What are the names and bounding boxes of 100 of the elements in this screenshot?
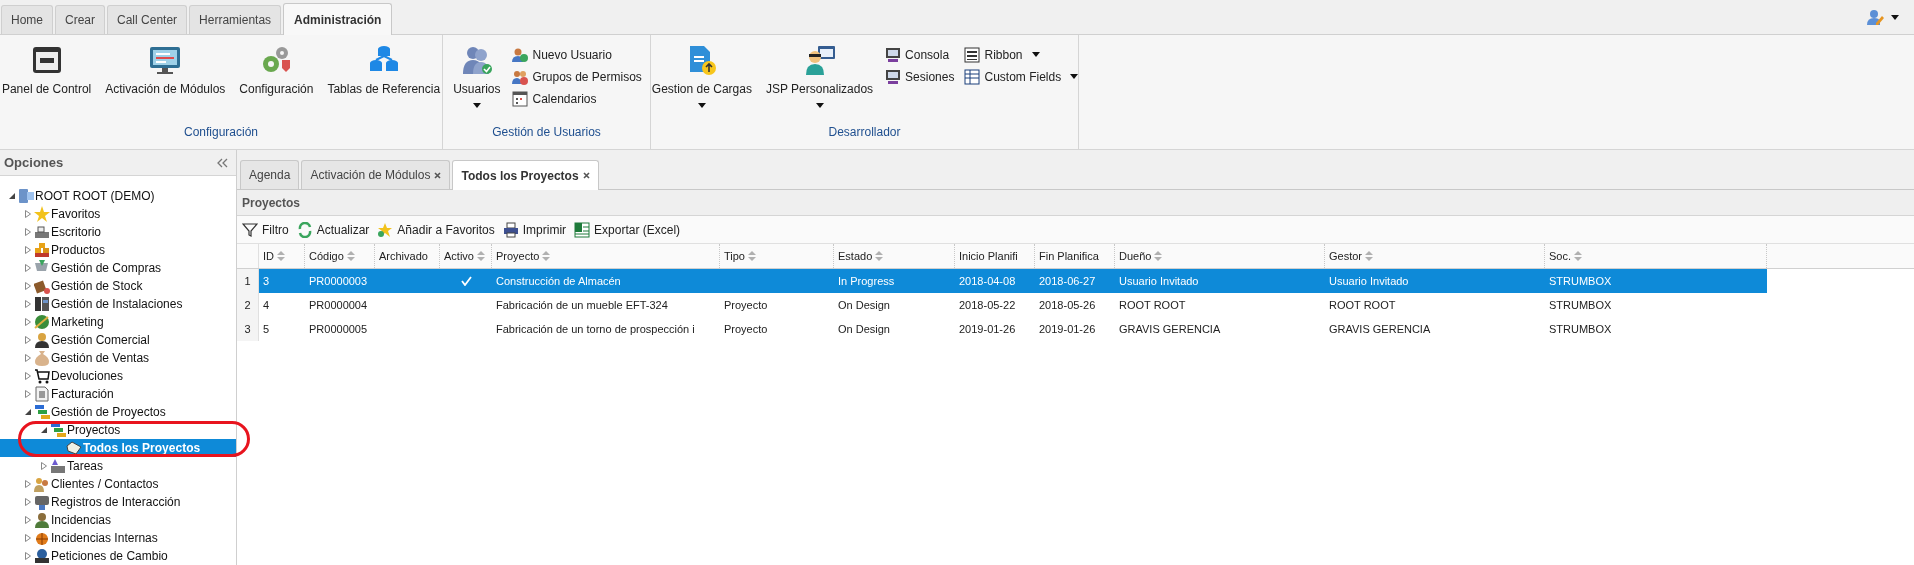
column-header[interactable]: Tipo bbox=[720, 244, 834, 268]
sort-icon[interactable] bbox=[1365, 251, 1373, 261]
ribbon-tab[interactable]: Administración bbox=[283, 3, 393, 35]
hierarchy-icon bbox=[34, 404, 50, 420]
collapsed-arrow-icon[interactable] bbox=[24, 300, 32, 308]
collapsed-arrow-icon[interactable] bbox=[24, 228, 32, 236]
collapsed-arrow-icon[interactable] bbox=[24, 480, 32, 488]
collapsed-arrow-icon[interactable] bbox=[24, 246, 32, 254]
ribbon-button[interactable]: Activación de Módulos bbox=[101, 44, 230, 98]
tree-item[interactable]: Devoluciones bbox=[0, 367, 236, 385]
content-tab[interactable]: Activación de Módulos bbox=[301, 160, 451, 189]
collapsed-arrow-icon[interactable] bbox=[24, 372, 32, 380]
column-header[interactable]: Gestor bbox=[1325, 244, 1545, 268]
expanded-arrow-icon[interactable] bbox=[8, 192, 16, 200]
column-header[interactable]: Dueño bbox=[1115, 244, 1325, 268]
tree-item[interactable]: Gestión de Ventas bbox=[0, 349, 236, 367]
tree-item[interactable]: Gestión de Instalaciones bbox=[0, 295, 236, 313]
tree-item[interactable]: Gestión Comercial bbox=[0, 331, 236, 349]
ribbon-button[interactable]: Consola bbox=[883, 44, 957, 65]
column-header[interactable]: Soc. bbox=[1545, 244, 1767, 268]
collapsed-arrow-icon[interactable] bbox=[24, 534, 32, 542]
ribbon-button[interactable]: Grupos de Permisos bbox=[510, 66, 644, 87]
tree-item[interactable]: Productos bbox=[0, 241, 236, 259]
collapsed-arrow-icon[interactable] bbox=[40, 462, 48, 470]
collapsed-arrow-icon[interactable] bbox=[24, 318, 32, 326]
ribbon-button[interactable]: JSP Personalizados bbox=[761, 44, 878, 109]
toolbar-button[interactable]: Filtro bbox=[242, 220, 289, 239]
sort-icon[interactable] bbox=[1574, 251, 1582, 261]
user-edit-icon[interactable] bbox=[1866, 9, 1884, 25]
column-header[interactable]: Archivado bbox=[375, 244, 440, 268]
close-icon[interactable] bbox=[434, 171, 442, 179]
tree-item[interactable]: Clientes / Contactos bbox=[0, 475, 236, 493]
ribbon-button[interactable]: Usuarios bbox=[449, 44, 505, 109]
collapsed-arrow-icon[interactable] bbox=[24, 210, 32, 218]
tree-item[interactable]: Proyectos bbox=[0, 421, 236, 439]
ribbon-button[interactable]: Calendarios bbox=[510, 88, 644, 109]
ribbon-button[interactable]: Nuevo Usuario bbox=[510, 44, 644, 65]
sort-icon[interactable] bbox=[476, 251, 485, 261]
column-header[interactable]: Proyecto bbox=[492, 244, 720, 268]
tree-item[interactable]: Registros de Interacción bbox=[0, 493, 236, 511]
collapsed-arrow-icon[interactable] bbox=[24, 498, 32, 506]
column-header[interactable]: ID bbox=[259, 244, 305, 268]
content-tab[interactable]: Agenda bbox=[240, 160, 300, 189]
sort-icon[interactable] bbox=[277, 251, 285, 261]
tree-item[interactable]: Gestión de Compras bbox=[0, 259, 236, 277]
ribbon-button[interactable]: Ribbon bbox=[962, 44, 1082, 65]
table-row[interactable]: 5 PR0000005 Fabricación de un torno de prospección i Proyecto On Design 2019-01-26 2019-01-26 GRAVIS GERENCIA GRAVIS GERENCIA STRUMBOX bbox=[259, 317, 1767, 341]
sort-icon[interactable] bbox=[748, 251, 756, 261]
ribbon-button[interactable]: Configuración bbox=[235, 44, 318, 98]
collapsed-arrow-icon[interactable] bbox=[24, 264, 32, 272]
caret-icon[interactable] bbox=[1890, 13, 1900, 21]
table-row[interactable]: 4 PR0000004 Fabricación de un mueble EFT-324 Proyecto On Design 2018-05-22 2018-05-26 ROOT ROOT ROOT ROOT STRUMBOX bbox=[259, 293, 1767, 317]
sort-icon[interactable] bbox=[875, 251, 884, 261]
ribbon-button[interactable]: Custom Fields bbox=[962, 66, 1082, 87]
tree-item[interactable]: Escritorio bbox=[0, 223, 236, 241]
table-cell: 4 bbox=[263, 298, 270, 311]
tree-item[interactable]: Incidencias Internas bbox=[0, 529, 236, 547]
column-header[interactable]: Fin Planifica bbox=[1035, 244, 1115, 268]
tree-item[interactable]: Facturación bbox=[0, 385, 236, 403]
tree-item[interactable]: Gestión de Stock bbox=[0, 277, 236, 295]
tree-item[interactable]: Marketing bbox=[0, 313, 236, 331]
table-cell: STRUMBOX bbox=[1549, 322, 1612, 335]
close-icon[interactable] bbox=[582, 172, 590, 179]
expanded-arrow-icon[interactable] bbox=[40, 426, 48, 434]
expanded-arrow-icon[interactable] bbox=[24, 408, 32, 416]
monitor-icon bbox=[149, 44, 182, 76]
collapsed-arrow-icon[interactable] bbox=[24, 552, 32, 560]
column-header[interactable]: Código bbox=[305, 244, 375, 268]
column-header[interactable]: Estado bbox=[834, 244, 955, 268]
toolbar-button[interactable]: Imprimir bbox=[502, 220, 567, 239]
tree-item[interactable]: Incidencias bbox=[0, 511, 236, 529]
ribbon-button[interactable]: Sesiones bbox=[883, 66, 957, 87]
collapsed-arrow-icon[interactable] bbox=[24, 336, 32, 344]
sort-icon[interactable] bbox=[346, 251, 355, 261]
collapsed-arrow-icon[interactable] bbox=[24, 390, 32, 398]
ribbon-tab[interactable]: Call Center bbox=[107, 5, 188, 34]
column-header[interactable]: Activo bbox=[440, 244, 492, 268]
tree-item[interactable]: Favoritos bbox=[0, 205, 236, 223]
collapsed-arrow-icon[interactable] bbox=[24, 354, 32, 362]
toolbar-button[interactable]: Exportar (Excel) bbox=[574, 220, 681, 239]
tree-item[interactable]: Peticiones de Cambio bbox=[0, 547, 236, 565]
tree-item[interactable]: Tareas bbox=[0, 457, 236, 475]
ribbon-button[interactable]: Gestion de Cargas bbox=[647, 44, 756, 109]
tree-item[interactable]: ROOT ROOT (DEMO) bbox=[0, 187, 236, 205]
tree-item[interactable]: Gestión de Proyectos bbox=[0, 403, 236, 421]
collapsed-arrow-icon[interactable] bbox=[24, 516, 32, 524]
toolbar-button[interactable]: Actualizar bbox=[296, 220, 370, 239]
column-header[interactable]: Inicio Planifi bbox=[955, 244, 1035, 268]
ribbon-tab[interactable]: Herramientas bbox=[189, 5, 282, 34]
content-tab[interactable]: Todos los Proyectos bbox=[452, 160, 599, 190]
toolbar-button[interactable]: Añadir a Favoritos bbox=[377, 220, 495, 239]
sort-icon[interactable] bbox=[1154, 251, 1163, 261]
collapse-icon[interactable] bbox=[216, 157, 228, 168]
ribbon-tab[interactable]: Crear bbox=[55, 5, 106, 34]
collapsed-arrow-icon[interactable] bbox=[24, 282, 32, 290]
sort-icon[interactable] bbox=[542, 251, 551, 261]
table-row[interactable]: 3 PR0000003 Construcción de Almacén In Progress 2018-04-08 2018-06-27 Usuario Invitado Usuario Invitado STRUMBOX bbox=[259, 269, 1767, 293]
ribbon-tab[interactable]: Home bbox=[1, 5, 53, 34]
ribbon-button[interactable]: Panel de Control bbox=[0, 44, 96, 98]
ribbon-button[interactable]: Tablas de Referencia bbox=[323, 44, 445, 98]
